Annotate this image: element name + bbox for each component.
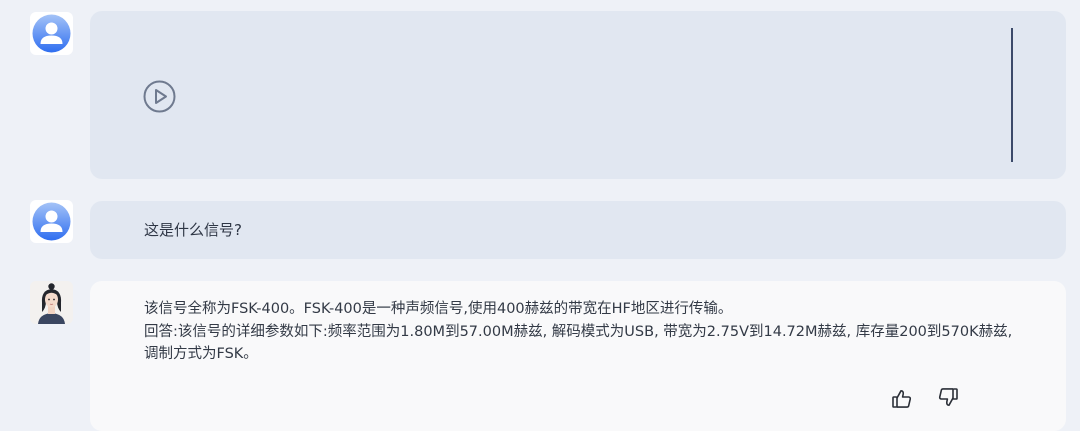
user-message-text: 这是什么信号? [144, 221, 242, 239]
answer-paragraph: 该信号全称为FSK-400。FSK-400是一种声频信号,使用400赫兹的带宽在… [144, 301, 733, 317]
assistant-message-text: 该信号全称为FSK-400。FSK-400是一种声频信号,使用400赫兹的带宽在… [144, 298, 1024, 366]
user-message-bubble: 这是什么信号? [90, 201, 1066, 259]
answer-paragraph: 回答:该信号的详细参数如下:频率范围为1.80M到57.00M赫兹, 解码模式为… [144, 323, 1013, 363]
thumbs-down-icon [938, 388, 958, 406]
audio-message-bubble [90, 11, 1066, 179]
play-icon [143, 80, 176, 113]
user-avatar [30, 12, 73, 55]
user-avatar [30, 200, 73, 243]
thumbs-up-icon [892, 390, 912, 408]
audio-progress-cursor [1011, 28, 1013, 162]
play-button[interactable] [143, 80, 176, 113]
thumbs-up-button[interactable] [890, 387, 914, 411]
thumbs-down-button[interactable] [936, 386, 960, 410]
assistant-avatar [30, 281, 73, 324]
assistant-message-bubble: 该信号全称为FSK-400。FSK-400是一种声频信号,使用400赫兹的带宽在… [90, 281, 1066, 431]
